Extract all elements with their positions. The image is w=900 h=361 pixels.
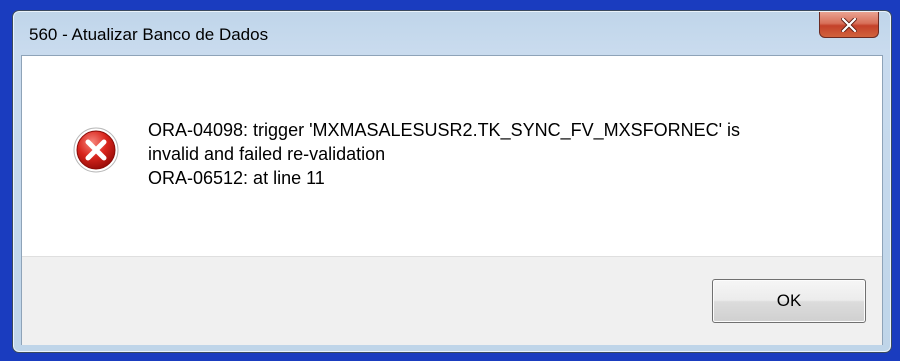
error-dialog: 560 - Atualizar Banco de Dados ORA-04098… xyxy=(12,10,892,353)
dialog-body: ORA-04098: trigger 'MXMASALESUSR2.TK_SYN… xyxy=(21,55,883,345)
error-message: ORA-04098: trigger 'MXMASALESUSR2.TK_SYN… xyxy=(148,120,741,188)
title-bar[interactable]: 560 - Atualizar Banco de Dados xyxy=(13,11,891,55)
close-icon xyxy=(841,17,857,32)
message-area: ORA-04098: trigger 'MXMASALESUSR2.TK_SYN… xyxy=(22,56,882,256)
background-frame: 560 - Atualizar Banco de Dados ORA-04098… xyxy=(0,0,900,361)
close-button[interactable] xyxy=(819,12,879,38)
ok-button[interactable]: OK xyxy=(712,279,866,323)
button-strip: OK xyxy=(22,256,882,345)
error-icon xyxy=(73,127,119,173)
window-title: 560 - Atualizar Banco de Dados xyxy=(29,25,269,44)
